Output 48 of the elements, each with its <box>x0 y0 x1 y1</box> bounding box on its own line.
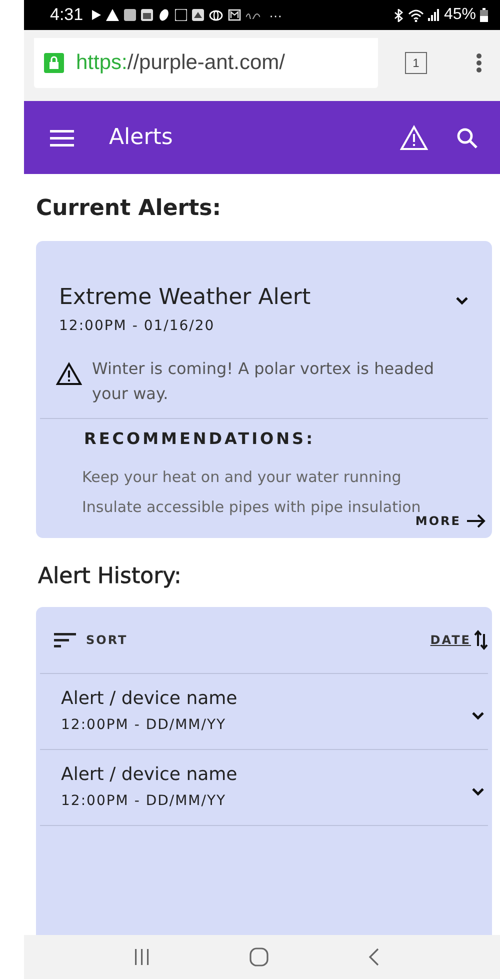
section-heading: Alert History: <box>38 564 182 589</box>
recommendations-heading: RECOMMENDATIONS: <box>83 428 316 450</box>
clock-time: 4:31 <box>50 5 84 25</box>
alert-title: Extreme Weather Alert <box>59 285 312 310</box>
recommendation-text: Keep your heat on and your water running <box>81 467 402 488</box>
notification-icon <box>192 9 204 21</box>
calendar-icon <box>141 9 154 21</box>
arrow-right-icon <box>466 514 486 528</box>
alert-timestamp: 12:00PM - DD/MM/YY <box>61 717 228 733</box>
recommendation-text: Insulate accessible pipes with pipe insulation <box>81 497 422 516</box>
lock-icon <box>44 52 64 72</box>
home-icon[interactable] <box>248 947 269 967</box>
warning-icon[interactable] <box>400 124 428 150</box>
signal-icon <box>428 9 440 21</box>
notification-icon <box>124 9 136 21</box>
back-icon[interactable] <box>368 948 380 966</box>
section-heading: Current Alerts: <box>36 196 222 221</box>
overflow-menu-icon[interactable] <box>476 52 482 72</box>
bluetooth-icon <box>394 8 404 22</box>
alert-title: Alert / device name <box>61 688 238 709</box>
sort-icon <box>54 632 76 648</box>
date-sort-button[interactable]: DATE <box>430 630 488 650</box>
history-item[interactable]: Alert / device name 12:00PM - DD/MM/YY <box>36 674 492 749</box>
notification-icon <box>158 9 170 21</box>
more-notifications-indicator: ··· <box>269 8 282 22</box>
wifi-icon <box>408 8 424 22</box>
mail-icon <box>228 9 242 21</box>
alert-title: Alert / device name <box>61 764 238 785</box>
history-item[interactable]: Alert / device name 12:00PM - DD/MM/YY <box>36 750 492 825</box>
battery-icon <box>480 8 488 22</box>
tab-count-button[interactable]: 1 <box>405 52 427 74</box>
url-text: https://purple-ant.com/ <box>76 50 285 74</box>
alert-message: Winter is coming! A polar vortex is headed your way. <box>92 358 436 405</box>
alert-timestamp: 12:00PM - 01/16/20 <box>59 318 216 334</box>
warning-icon <box>106 9 120 21</box>
warning-icon <box>56 362 82 386</box>
battery-percentage: 45% <box>444 6 476 24</box>
page-title: Alerts <box>109 125 173 150</box>
notification-icon <box>175 9 188 21</box>
sort-arrows-icon <box>474 630 488 650</box>
search-icon[interactable] <box>456 126 478 148</box>
more-link[interactable]: MORE <box>415 514 486 528</box>
sort-button[interactable]: SORT <box>54 632 128 648</box>
menu-icon[interactable] <box>50 128 74 146</box>
recent-apps-icon[interactable] <box>134 948 150 966</box>
play-icon <box>92 10 102 20</box>
alert-timestamp: 12:00PM - DD/MM/YY <box>61 793 228 809</box>
address-bar[interactable]: https://purple-ant.com/ <box>34 38 378 88</box>
